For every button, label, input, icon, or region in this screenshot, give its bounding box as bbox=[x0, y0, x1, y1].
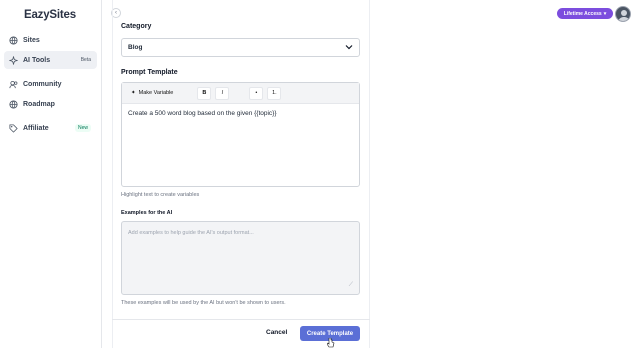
sidebar-item-community[interactable]: Community bbox=[4, 75, 97, 93]
prompt-text[interactable]: Create a 500 word blog based on the give… bbox=[122, 104, 359, 123]
sidebar-item-ai-tools[interactable]: AI Tools Beta bbox=[4, 51, 97, 69]
sidebar-item-sites[interactable]: Sites bbox=[4, 31, 97, 49]
users-icon bbox=[9, 80, 18, 89]
examples-placeholder: Add examples to help guide the AI's outp… bbox=[128, 230, 254, 236]
chevron-down-icon: ▾ bbox=[603, 10, 607, 17]
category-value: Blog bbox=[128, 44, 143, 51]
pointer-cursor-icon bbox=[326, 335, 335, 348]
app-logo[interactable]: EazySites bbox=[24, 9, 76, 21]
make-variable-label: Make Variable bbox=[138, 90, 174, 96]
beta-badge: Beta bbox=[80, 57, 91, 63]
sidebar-item-label: Community bbox=[23, 80, 62, 88]
examples-hint: These examples will be used by the AI bu… bbox=[121, 300, 286, 306]
sidebar-item-label: Affiliate bbox=[23, 124, 49, 132]
chevron-down-icon bbox=[345, 43, 353, 53]
sparkle-icon bbox=[9, 55, 18, 65]
prompt-editor[interactable]: ✦ Make Variable B I • 1. Create a 500 wo… bbox=[121, 82, 360, 187]
bold-button[interactable]: B bbox=[197, 86, 212, 100]
sidebar-item-label: Sites bbox=[23, 36, 40, 44]
globe-icon bbox=[9, 99, 18, 109]
prompt-hint: Highlight text to create variables bbox=[121, 192, 200, 198]
italic-button[interactable]: I bbox=[215, 86, 230, 100]
prompt-template-label: Prompt Template bbox=[121, 69, 178, 76]
new-badge: New bbox=[74, 124, 91, 132]
avatar[interactable] bbox=[615, 6, 631, 22]
lifetime-access-label: Lifetime Access bbox=[563, 10, 602, 17]
globe-icon bbox=[9, 35, 18, 45]
examples-textarea[interactable]: Add examples to help guide the AI's outp… bbox=[121, 221, 360, 295]
sidebar-item-affiliate[interactable]: Affiliate New bbox=[4, 119, 97, 137]
editor-toolbar: ✦ Make Variable B I • 1. bbox=[122, 83, 359, 104]
lifetime-access-button[interactable]: Lifetime Access ▾ bbox=[557, 8, 613, 19]
category-label: Category bbox=[121, 23, 152, 30]
divider bbox=[112, 319, 370, 320]
bullet-list-button[interactable]: • bbox=[249, 86, 264, 100]
cancel-button[interactable]: Cancel bbox=[262, 327, 291, 338]
examples-label: Examples for the AI bbox=[121, 210, 173, 216]
tag-icon bbox=[9, 123, 18, 133]
category-select[interactable]: Blog bbox=[121, 38, 360, 57]
sparkle-icon: ✦ bbox=[131, 90, 136, 96]
sidebar-item-label: AI Tools bbox=[23, 56, 51, 64]
numbered-list-button[interactable]: 1. bbox=[267, 86, 282, 100]
resize-handle-icon[interactable]: ⟋ bbox=[349, 282, 353, 289]
sidebar-item-label: Roadmap bbox=[23, 100, 55, 108]
sidebar-item-roadmap[interactable]: Roadmap bbox=[4, 95, 97, 113]
make-variable-button[interactable]: ✦ Make Variable bbox=[127, 87, 177, 100]
sidebar: EazySites Sites AI Tools Beta Community … bbox=[0, 0, 102, 348]
